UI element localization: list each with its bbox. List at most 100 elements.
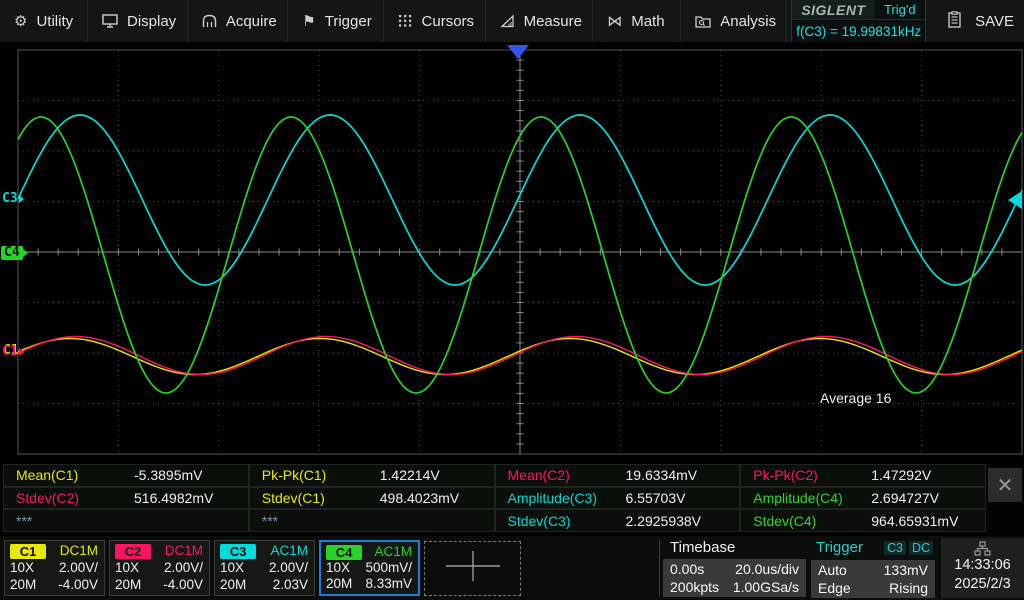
menu-acquire[interactable]: Acquire (188, 0, 288, 42)
add-channel-button[interactable] (424, 541, 521, 596)
clipboard-icon (948, 11, 961, 32)
ruler-icon (500, 14, 515, 28)
offset-label: 2.03V (273, 577, 308, 593)
menu-math[interactable]: ⋈ Math (593, 0, 681, 42)
measurement-cell: Mean(C1)-5.3895mV (3, 464, 249, 487)
menu-trigger[interactable]: ⚑ Trigger (288, 0, 383, 42)
coupling-label: AC1M (374, 544, 412, 560)
arch-icon (202, 14, 217, 28)
status-box: SIGLENT Trig'd f(C3) = 19.99831kHz (791, 0, 926, 42)
measurement-cell: *** (3, 509, 249, 532)
bowtie-icon: ⋈ (607, 14, 622, 29)
top-menu-bar: ⚙ Utility Display Acquire ⚑ Trigger Curs… (0, 0, 1024, 42)
measurement-panel: Mean(C1)-5.3895mV Pk-Pk(C1)1.42214V Mean… (0, 464, 1024, 532)
bottom-status-bar: C1 DC1M 10X 2.00V/ 20M -4.00V C2 DC1M 10X 2.0… (0, 536, 1024, 600)
measurement-cell: Stdev(C3)2.2925938V (495, 509, 741, 532)
scale-label: 2.00V/ (164, 560, 203, 576)
measurement-cell: Stdev(C2)516.4982mV (3, 487, 249, 510)
timebase-memory: 200kpts (670, 579, 726, 595)
timebase-delay: 0.00s (670, 561, 726, 577)
trigger-status-badge: Trig'd (874, 0, 925, 19)
channel-box-c2[interactable]: C2 DC1M 10X 2.00V/ 20M -4.00V (109, 540, 210, 596)
menu-analysis[interactable]: Analysis (681, 0, 787, 42)
clock-panel[interactable]: 14:33:06 2025/2/3 (941, 538, 1024, 598)
trigger-panel[interactable]: Trigger C3DC Auto133mV EdgeRising (811, 539, 935, 598)
measurement-table: Mean(C1)-5.3895mV Pk-Pk(C1)1.42214V Mean… (3, 464, 986, 532)
marker-arrow-icon (23, 249, 28, 257)
bandwidth-label: 20M (10, 577, 36, 593)
channel-marker-c1[interactable]: C1 (2, 345, 24, 359)
oscilloscope-screen: ⚙ Utility Display Acquire ⚑ Trigger Curs… (0, 0, 1024, 600)
measurement-cell: Stdev(C4)964.65931mV (740, 509, 986, 532)
menu-display[interactable]: Display (88, 0, 188, 42)
save-label: SAVE (975, 13, 1014, 30)
menu-cursors[interactable]: Cursors (384, 0, 486, 42)
channel-marker-c4[interactable]: C4 (1, 246, 23, 260)
coupling-label: AC1M (270, 543, 308, 559)
cursors-grid-icon (398, 14, 413, 28)
menu-analysis-label: Analysis (720, 13, 776, 30)
menu-math-label: Math (631, 13, 664, 30)
timebase-panel[interactable]: Timebase 0.00s20.0us/div 200kpts1.00GSa/… (663, 539, 806, 597)
marker-arrow-icon (19, 195, 24, 203)
measurement-cell: Mean(C2)19.6334mV (495, 464, 741, 487)
measurement-cell: Pk-Pk(C2)1.47292V (740, 464, 986, 487)
close-icon: ✕ (997, 473, 1014, 498)
trigger-level: 133mV (867, 562, 928, 578)
coupling-label: DC1M (165, 543, 203, 559)
menu-utility[interactable]: ⚙ Utility (0, 0, 88, 42)
trigger-mode: Auto (818, 562, 867, 578)
scale-label: 2.00V/ (59, 560, 98, 576)
waveform-area[interactable]: C3 C4 C1 Average 16 (0, 42, 1024, 462)
monitor-icon (102, 14, 118, 28)
gear-icon: ⚙ (14, 14, 27, 29)
scale-label: 500mV/ (365, 560, 412, 576)
trigger-level-marker[interactable] (1008, 191, 1022, 209)
trigger-source-chip: C3 (884, 541, 906, 555)
bandwidth-label: 20M (115, 577, 141, 593)
close-measurements-button[interactable]: ✕ (988, 468, 1022, 502)
channel-badge: C2 (115, 544, 151, 559)
timebase-title: Timebase (663, 539, 806, 559)
flag-icon: ⚑ (302, 14, 315, 29)
measurement-cell: Amplitude(C4)2.694727V (740, 487, 986, 510)
menu-trigger-label: Trigger (325, 13, 372, 30)
channel-badge: C1 (10, 544, 46, 559)
probe-label: 10X (220, 560, 244, 576)
clock-time: 14:33:06 (954, 556, 1010, 575)
save-button[interactable]: SAVE (926, 0, 1024, 42)
channel-marker-c3[interactable]: C3 (2, 192, 24, 206)
measurement-cell: Amplitude(C3)6.55703V (495, 487, 741, 510)
menu-display-label: Display (127, 13, 176, 30)
network-icon (974, 541, 991, 556)
clock-date: 2025/2/3 (954, 575, 1010, 594)
menu-cursors-label: Cursors (422, 13, 475, 30)
channel-box-c3[interactable]: C3AC1M 10X2.00V/ 20M2.03V (214, 540, 315, 596)
probe-label: 10X (115, 560, 139, 576)
coupling-label: DC1M (60, 543, 98, 559)
bottom-bar-divider (659, 540, 660, 596)
channel-box-c4[interactable]: C4 AC1M 10X 500mV/ 20M 8.33mV (319, 540, 420, 596)
timebase-scale: 20.0us/div (726, 561, 799, 577)
offset-label: -4.00V (58, 577, 98, 593)
probe-label: 10X (326, 560, 350, 576)
offset-label: -4.00V (163, 577, 203, 593)
trigger-position-marker[interactable] (507, 45, 529, 59)
trigger-slope: Rising (867, 580, 928, 596)
measurement-cell: *** (249, 509, 495, 532)
channel-badge: C3 (220, 544, 256, 559)
measurement-cell: Pk-Pk(C1)1.42214V (249, 464, 495, 487)
bandwidth-label: 20M (326, 576, 352, 592)
trigger-title: Trigger (816, 539, 863, 556)
timebase-sample-rate: 1.00GSa/s (726, 579, 799, 595)
frequency-readout: f(C3) = 19.99831kHz (792, 20, 925, 42)
channel-box-c1[interactable]: C1DC1M 10X2.00V/ 20M-4.00V (4, 540, 105, 596)
measurement-cell: Stdev(C1)498.4023mV (249, 487, 495, 510)
average-mode-label: Average 16 (820, 390, 891, 406)
plus-icon (444, 549, 502, 588)
channel-badge: C4 (326, 545, 362, 560)
menu-measure[interactable]: Measure (486, 0, 594, 42)
offset-label: 8.33mV (365, 576, 412, 592)
trigger-type: Edge (818, 580, 867, 596)
menu-utility-label: Utility (36, 13, 73, 30)
